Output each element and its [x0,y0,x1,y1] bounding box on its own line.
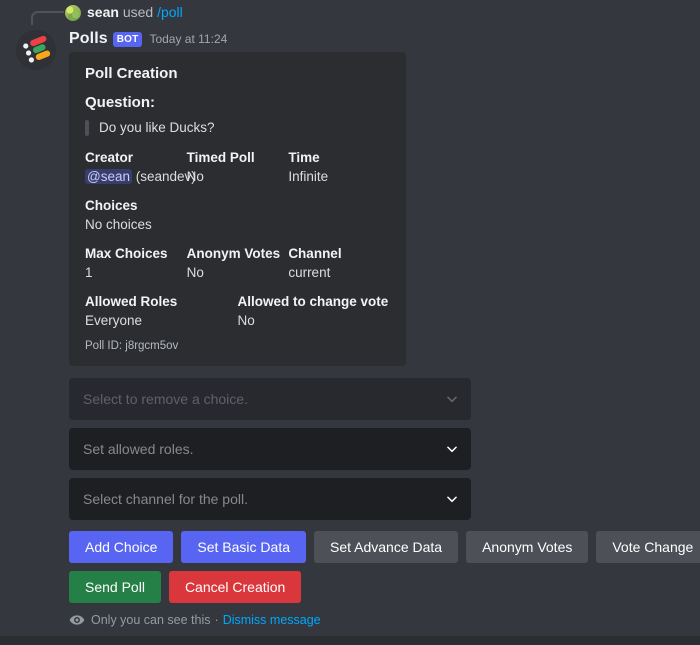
set-basic-data-button[interactable]: Set Basic Data [181,531,306,563]
remove-choice-select: Select to remove a choice. [69,378,471,420]
interaction-text: sean used /poll [87,3,183,21]
interaction-header: sean used /poll [0,0,700,25]
select-placeholder: Set allowed roles. [83,441,194,457]
eye-icon [69,612,85,628]
embed-field: Timed Poll No [187,149,289,186]
chevron-down-icon [445,392,459,406]
reply-connector-line [31,11,58,25]
bot-badge: BOT [112,31,143,47]
embed-field-name: Choices [85,198,138,213]
action-row-2: Send Poll Cancel Creation [69,571,302,603]
ephemeral-notice: Only you can see this · Dismiss message [69,612,321,628]
bottom-bar [0,636,700,645]
embed-field-name: Timed Poll [186,150,255,165]
embed-field-value: 1 [85,265,93,280]
action-row-1: Add Choice Set Basic Data Set Advance Data… [69,531,700,563]
embed-field: Time Infinite [288,149,390,186]
channel-select[interactable]: Select channel for the poll. [69,478,471,520]
embed-field-value: No [237,313,255,328]
embed-field-value: No [186,169,204,184]
embed-field: Allowed to change vote No [238,293,391,330]
embed-field-value: @sean (seandev) [85,168,196,186]
embed-fields: Creator @sean (seandev) Timed Poll No Time In… [85,149,390,341]
embed-field-name: Allowed to change vote [237,294,389,309]
ephemeral-separator: · [214,613,219,627]
message-timestamp: Today at 11:24 [149,32,228,46]
embed-field: Allowed Roles Everyone [85,293,238,330]
embed-field-value: Everyone [85,313,143,328]
select-placeholder: Select channel for the poll. [83,491,248,507]
message-header: Polls BOT Today at 11:24 [69,28,227,50]
embed-footer: Poll ID: j8rgcm5ov [85,340,390,352]
embed-field: Anonym Votes No [187,245,289,282]
dismiss-message-link[interactable]: Dismiss message [223,613,321,627]
select-menus: Select to remove a choice. Set allowed ro… [69,378,471,528]
user-mention[interactable]: @sean [85,169,132,184]
anonym-votes-button[interactable]: Anonym Votes [466,531,589,563]
embed-field-name: Channel [288,246,342,261]
slash-command-link[interactable]: /poll [157,4,183,20]
embed-field-value: Infinite [288,169,329,184]
poll-creation-embed: Poll Creation Question: Do you like Duck… [69,52,406,366]
allowed-roles-select[interactable]: Set allowed roles. [69,428,471,470]
cancel-creation-button[interactable]: Cancel Creation [168,571,302,603]
user-avatar[interactable] [65,5,81,21]
send-poll-button[interactable]: Send Poll [69,571,161,603]
embed-field: Max Choices 1 [85,245,187,282]
ephemeral-text: Only you can see this [91,613,211,627]
embed-question-label: Question: [85,94,155,111]
chevron-down-icon [445,492,459,506]
interaction-verb: used [122,4,154,20]
embed-field: Creator @sean (seandev) [85,149,196,186]
embed-field: Choices No choices [85,197,390,234]
chevron-down-icon [445,442,459,456]
embed-field-value: No choices [85,217,152,232]
select-placeholder: Select to remove a choice. [83,391,248,407]
embed-field-name: Creator [85,150,134,165]
embed-footer-text: Poll ID: j8rgcm5ov [85,340,179,352]
embed-field: Channel current [288,245,390,282]
embed-field-name: Allowed Roles [85,294,178,309]
embed-field-name: Anonym Votes [186,246,281,261]
embed-title: Poll Creation [85,65,178,82]
poll-bars-icon[interactable] [16,30,56,70]
embed-question-quote: Do you like Ducks? [85,119,390,137]
embed-field-name: Max Choices [85,246,168,261]
bot-username[interactable]: Polls [69,30,108,48]
interaction-username[interactable]: sean [87,4,119,20]
reply-connector-extension [56,11,64,13]
embed-field-name: Time [288,150,320,165]
vote-change-button[interactable]: Vote Change [596,531,700,563]
embed-field-value: No [186,265,204,280]
embed-field-value: current [288,265,331,280]
add-choice-button[interactable]: Add Choice [69,531,174,563]
set-advance-data-button[interactable]: Set Advance Data [314,531,459,563]
